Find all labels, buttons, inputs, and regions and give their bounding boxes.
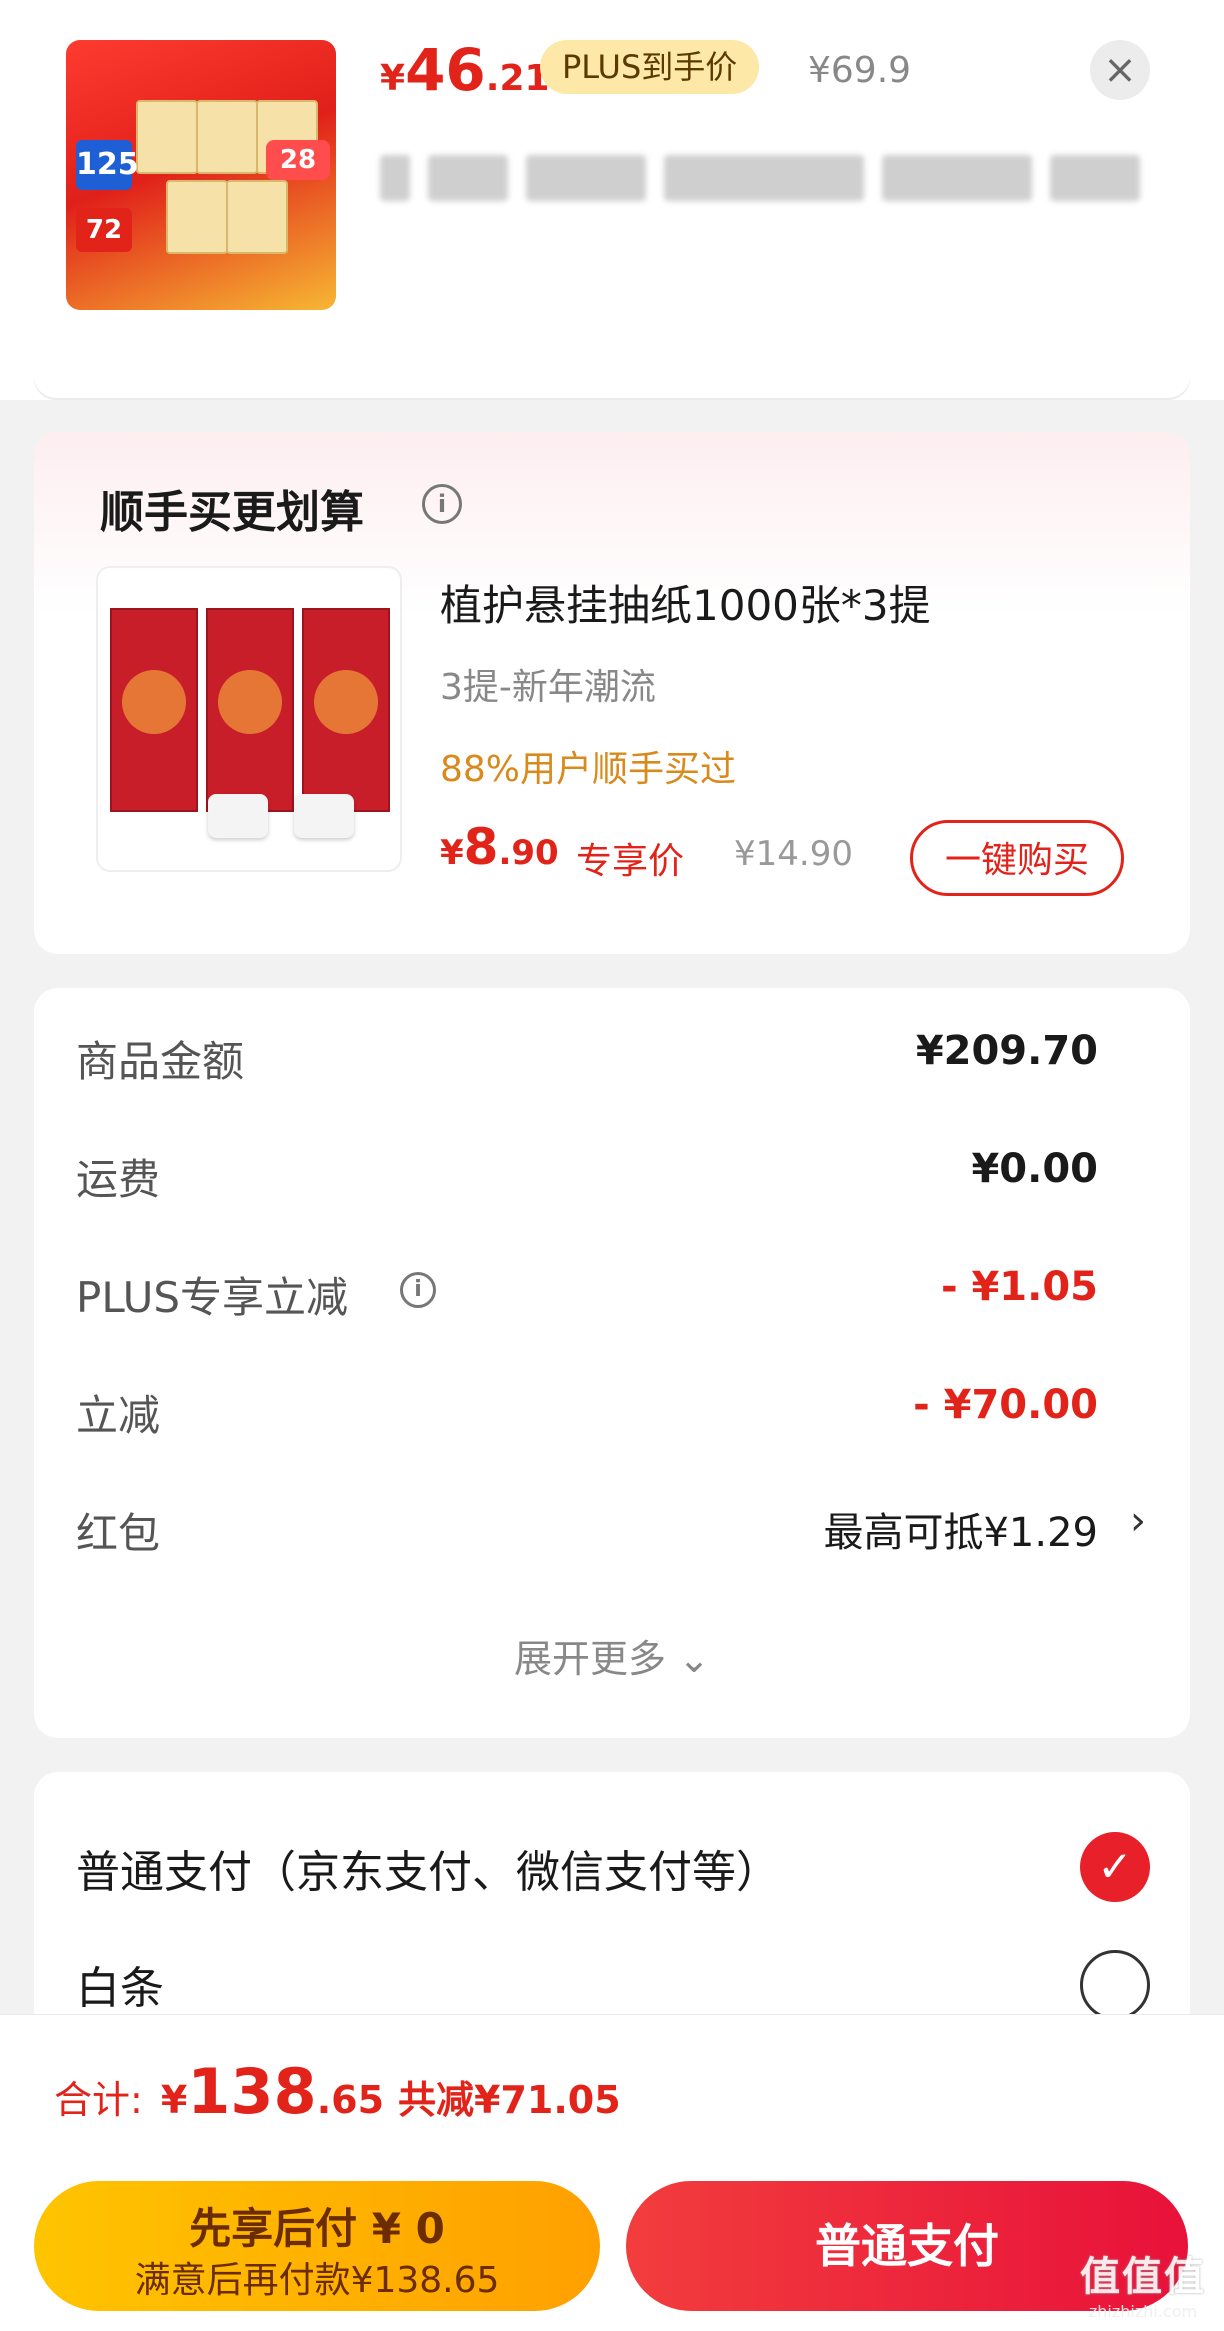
total-label: 合计: (54, 2078, 143, 2122)
summary-label-shipping: 运费 (76, 1155, 161, 1204)
original-price: ¥69.9 (808, 50, 912, 91)
summary-label-discount: 立减 (76, 1391, 161, 1440)
product-header: 125 72 28 ¥ 46 .21 PLUS到手价 ¥69.9 × (0, 0, 1224, 400)
site-watermark: 值值值 zhizhizhi.com (1066, 2244, 1220, 2324)
plus-price-tag: PLUS到手价 (540, 40, 760, 94)
upsell-price-integer: 8 (463, 818, 499, 876)
summary-value-shipping: ¥0.00 (971, 1146, 1098, 1192)
upsell-original-price: ¥14.90 (734, 834, 853, 874)
summary-value-red-packet: 最高可抵¥1.29 (823, 1510, 1098, 1556)
upsell-price: ¥ 8 .90 (440, 818, 559, 876)
total-summary: 合计: ¥ 138 .65 共减¥71.05 (54, 2055, 621, 2128)
expand-more-label: 展开更多 (514, 1637, 667, 1681)
watermark-logo-text: 值值值 (1080, 2254, 1206, 2300)
summary-value-goods: ¥209.70 (915, 1028, 1098, 1074)
product-thumbnail[interactable]: 125 72 28 (66, 40, 336, 310)
total-saved: 共减¥71.05 (398, 2078, 621, 2122)
chevron-right-icon: › (1130, 1498, 1146, 1544)
chevron-down-icon: ⌄ (678, 1637, 710, 1681)
upsell-price-decimal: .90 (498, 833, 559, 873)
watermark-url: zhizhizhi.com (1088, 2302, 1198, 2321)
close-icon: × (1103, 47, 1137, 93)
checkout-footer: 合计: ¥ 138 .65 共减¥71.05 先享后付 ¥ 0 满意后再付款¥1… (0, 2014, 1224, 2331)
pay-later-button[interactable]: 先享后付 ¥ 0 满意后再付款¥138.65 (34, 2181, 600, 2311)
one-click-buy-button[interactable]: 一键购买 (910, 820, 1124, 896)
summary-label-goods: 商品金额 (76, 1037, 245, 1086)
upsell-price-currency: ¥ (440, 833, 464, 873)
product-panel-footer (34, 350, 1190, 398)
pay-later-title: 先享后付 ¥ 0 (189, 2204, 445, 2253)
price-integer: 46 (405, 36, 486, 104)
price-currency: ¥ (380, 58, 406, 99)
order-summary-card: 商品金额 ¥209.70 运费 ¥0.00 PLUS专享立减 i - ¥1.05… (34, 988, 1190, 1738)
expand-more-button[interactable]: 展开更多 ⌄ (34, 1628, 1190, 1683)
payment-option-baitiao-label: 白条 (76, 1963, 164, 2014)
unchecked-radio-icon[interactable] (1080, 1950, 1150, 2020)
info-icon[interactable]: i (422, 484, 462, 524)
blurred-product-title (380, 150, 1180, 206)
upsell-social-proof: 88%用户顺手买过 (440, 749, 737, 790)
summary-label-red-packet: 红包 (76, 1509, 161, 1558)
summary-value-plus-discount: - ¥1.05 (940, 1264, 1098, 1310)
upsell-price-tag: 专享价 (576, 841, 685, 882)
summary-label-plus-discount: PLUS专享立减 (76, 1273, 349, 1322)
upsell-product-name[interactable]: 植护悬挂抽纸1000张*3提 (440, 572, 931, 633)
total-decimal: .65 (316, 2078, 385, 2122)
upsell-product-image[interactable] (96, 566, 402, 872)
summary-value-discount: - ¥70.00 (913, 1382, 1098, 1428)
close-button[interactable]: × (1090, 40, 1150, 100)
plus-info-icon[interactable]: i (400, 1272, 436, 1308)
upsell-card: 顺手买更划算 i 植护悬挂抽纸1000张*3提 3提-新年潮流 88%用户顺手买… (34, 432, 1190, 954)
payment-method-card: 普通支付（京东支付、微信支付等） ✓ 白条 (34, 1772, 1190, 2032)
total-currency: ¥ (160, 2078, 188, 2122)
upsell-title: 顺手买更划算 (100, 487, 364, 538)
upsell-product-spec: 3提-新年潮流 (440, 667, 656, 708)
checked-icon[interactable]: ✓ (1080, 1832, 1150, 1902)
payment-option-normal-label: 普通支付（京东支付、微信支付等） (76, 1847, 780, 1898)
total-integer: 138 (187, 2055, 317, 2128)
pay-later-subtitle: 满意后再付款¥138.65 (134, 2260, 500, 2301)
product-price: ¥ 46 .21 (380, 36, 550, 106)
